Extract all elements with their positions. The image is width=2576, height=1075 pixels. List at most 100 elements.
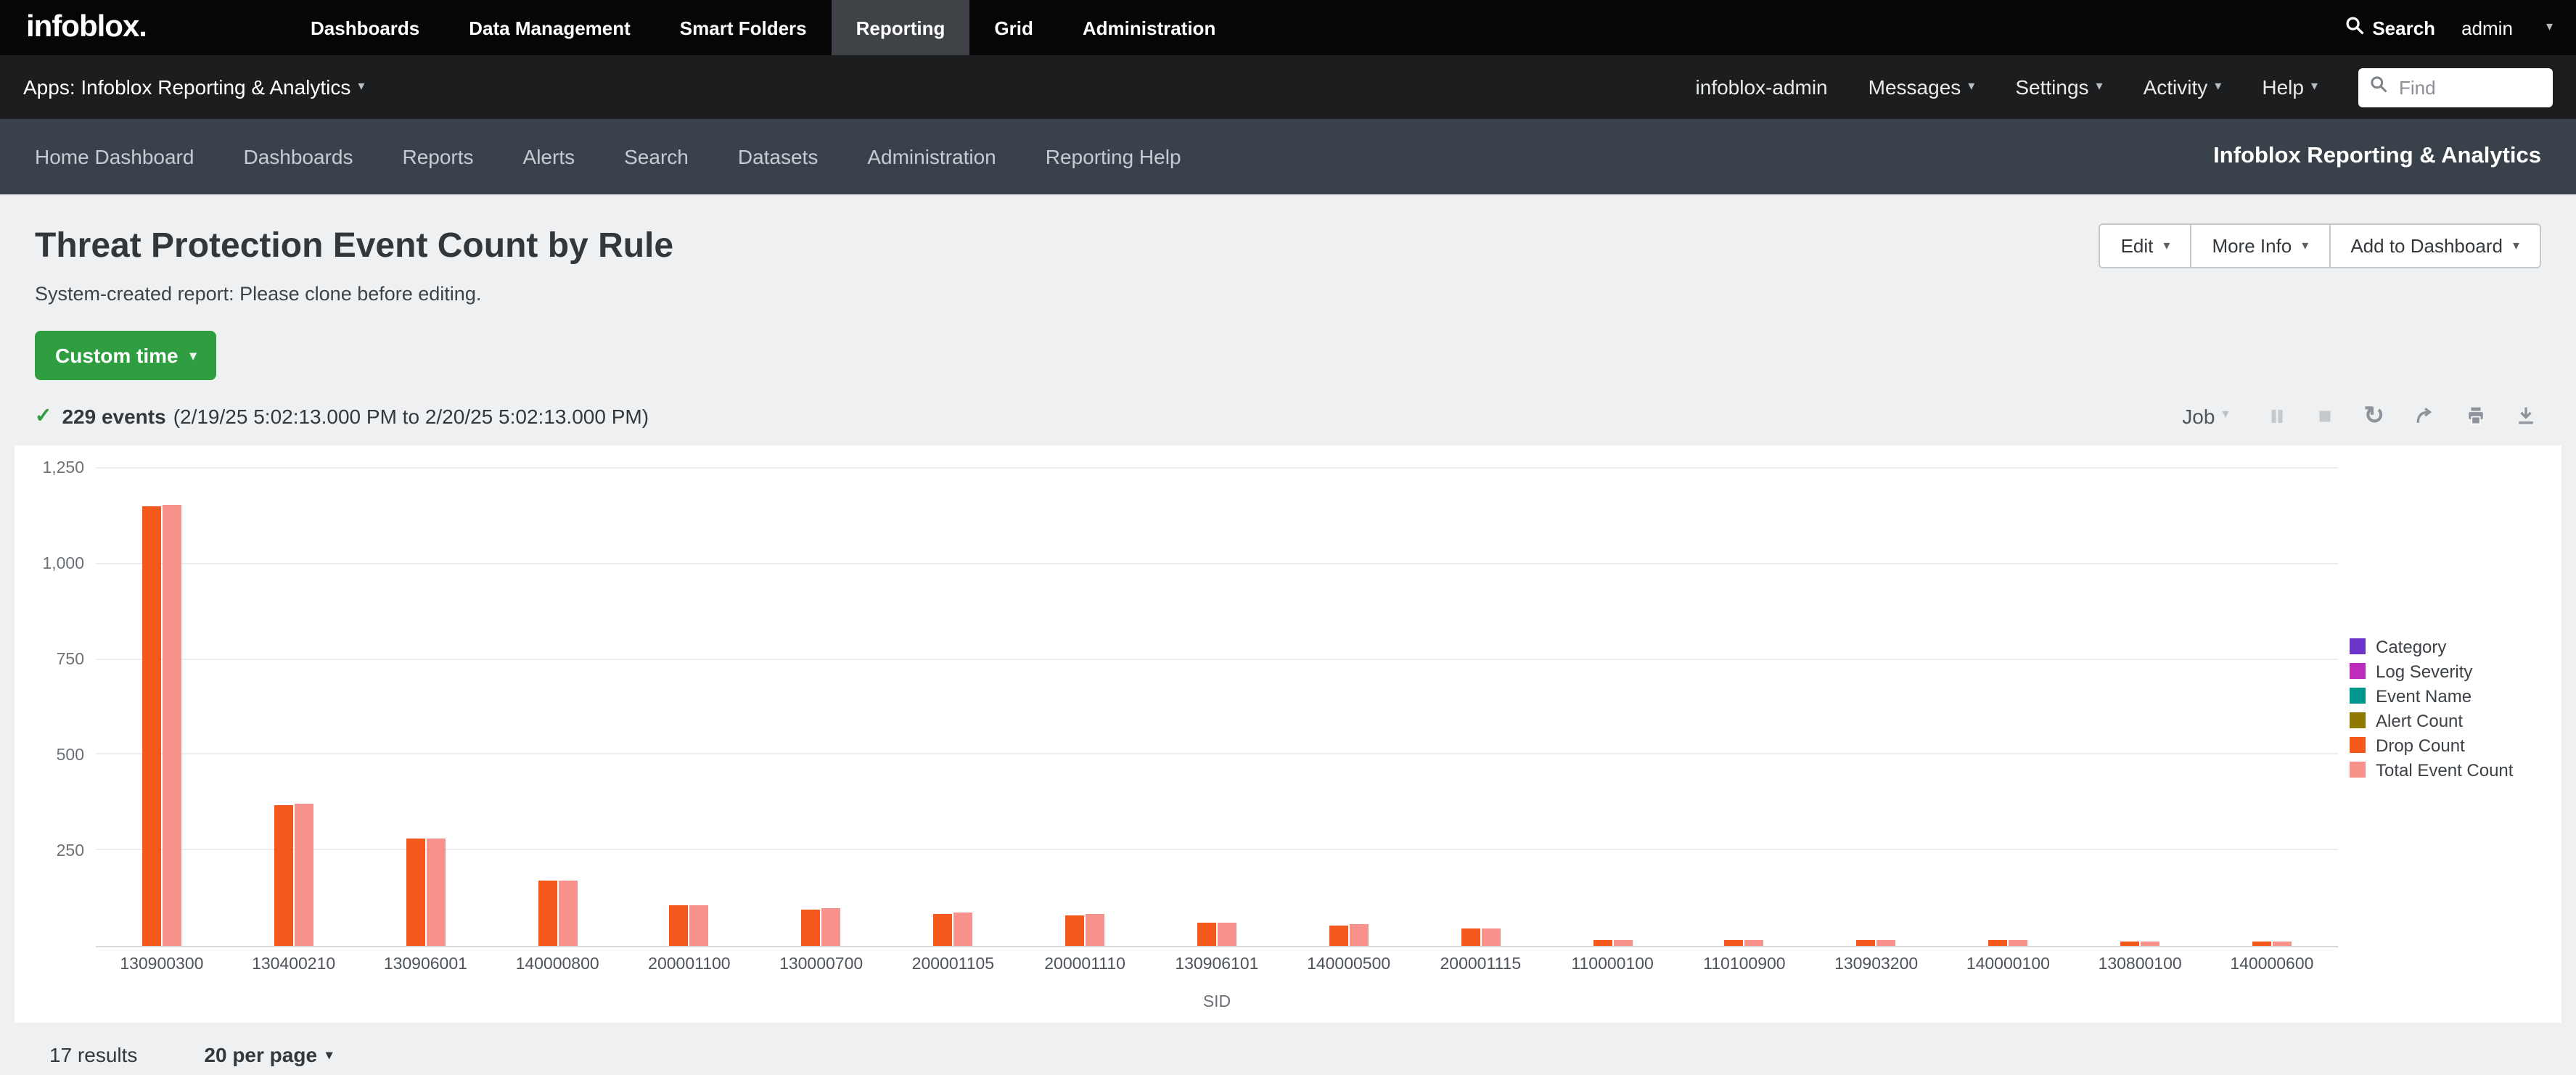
- bar-drop-count[interactable]: [2120, 942, 2139, 946]
- topbar-menu-smart-folders[interactable]: Smart Folders: [655, 0, 832, 55]
- share-icon[interactable]: [2415, 406, 2435, 425]
- global-search-button[interactable]: Search: [2345, 16, 2435, 39]
- time-range: (2/19/25 5:02:13.000 PM to 2/20/25 5:02:…: [173, 404, 649, 427]
- bar-total-event-count[interactable]: [1745, 940, 1764, 946]
- appbar-item-activity[interactable]: Activity▾: [2144, 75, 2222, 99]
- chevron-down-icon[interactable]: ▾: [2546, 18, 2553, 34]
- bar-total-event-count[interactable]: [163, 505, 181, 946]
- appbar: Apps: Infoblox Reporting & Analytics ▾ i…: [0, 55, 2576, 119]
- more-info-button[interactable]: More Info▾: [2190, 223, 2330, 268]
- search-label: Search: [2372, 17, 2435, 38]
- bar-drop-count[interactable]: [1329, 925, 1348, 946]
- footer: 17 results 20 per page ▾: [0, 1043, 2576, 1066]
- bar-drop-count[interactable]: [2252, 942, 2271, 946]
- bar-total-event-count[interactable]: [1350, 924, 1369, 946]
- bar-drop-count[interactable]: [538, 881, 557, 946]
- topbar-menu-reporting[interactable]: Reporting: [832, 0, 970, 55]
- bar-total-event-count[interactable]: [1086, 915, 1104, 946]
- chart-plot-wrap: 1309003001304002101309060011400008002000…: [96, 469, 2338, 1011]
- appbar-item-settings[interactable]: Settings▾: [2015, 75, 2102, 99]
- bar-drop-count[interactable]: [1988, 940, 2007, 946]
- per-page-selector[interactable]: 20 per page ▾: [204, 1043, 332, 1066]
- chevron-down-icon: ▾: [190, 347, 197, 363]
- subnav-item-reports[interactable]: Reports: [377, 145, 498, 168]
- bar-total-event-count[interactable]: [2141, 941, 2159, 946]
- bar-total-event-count[interactable]: [1877, 940, 1896, 946]
- topbar-right: Search admin ▾: [2345, 0, 2576, 55]
- find-box[interactable]: [2358, 67, 2553, 107]
- download-icon[interactable]: [2516, 406, 2535, 425]
- bar-drop-count[interactable]: [274, 804, 293, 946]
- topbar-menu-grid[interactable]: Grid: [969, 0, 1057, 55]
- x-tick-label: 130000700: [779, 956, 863, 973]
- legend-label: Log Severity: [2376, 661, 2472, 681]
- pause-icon[interactable]: [2268, 407, 2286, 424]
- bar-total-event-count[interactable]: [2009, 940, 2027, 946]
- bar-drop-count[interactable]: [406, 839, 424, 946]
- bar-total-event-count[interactable]: [822, 909, 841, 946]
- print-icon[interactable]: [2466, 406, 2486, 425]
- bar-drop-count[interactable]: [1461, 928, 1480, 946]
- bar-total-event-count[interactable]: [1613, 940, 1632, 946]
- topbar-menu-data-management[interactable]: Data Management: [444, 0, 655, 55]
- appbar-item-messages[interactable]: Messages▾: [1869, 75, 1975, 99]
- bar-drop-count[interactable]: [1065, 915, 1084, 946]
- x-tick-label: 140000800: [516, 956, 599, 973]
- subnav-item-datasets[interactable]: Datasets: [713, 145, 843, 168]
- bar-total-event-count[interactable]: [2273, 941, 2292, 946]
- y-tick-label: 750: [57, 651, 84, 669]
- x-axis-label: SID: [96, 994, 2338, 1011]
- results-count: 17 results: [49, 1043, 137, 1066]
- job-menu[interactable]: Job ▾: [2182, 404, 2228, 427]
- appbar-item-help[interactable]: Help▾: [2262, 75, 2318, 99]
- user-menu[interactable]: admin: [2461, 17, 2513, 38]
- add-to-dashboard-button[interactable]: Add to Dashboard▾: [2329, 223, 2541, 268]
- custom-time-button[interactable]: Custom time ▾: [35, 331, 217, 380]
- bar-drop-count[interactable]: [1593, 940, 1612, 946]
- bar-total-event-count[interactable]: [426, 839, 445, 946]
- chevron-down-icon: ▾: [2513, 238, 2519, 254]
- apps-selector[interactable]: Apps: Infoblox Reporting & Analytics ▾: [23, 75, 364, 99]
- bar-drop-count[interactable]: [1857, 940, 1876, 946]
- y-tick-label: 1,000: [42, 556, 84, 573]
- bar-total-event-count[interactable]: [690, 905, 709, 946]
- bar-drop-count[interactable]: [1725, 940, 1744, 946]
- edit-button[interactable]: Edit▾: [2099, 223, 2192, 268]
- find-input[interactable]: [2396, 75, 2541, 99]
- subnav-item-home-dashboard[interactable]: Home Dashboard: [35, 145, 218, 168]
- subnav-item-administration[interactable]: Administration: [842, 145, 1020, 168]
- bar-drop-count[interactable]: [670, 906, 689, 946]
- bar-total-event-count[interactable]: [953, 913, 972, 946]
- bar-drop-count[interactable]: [933, 913, 952, 946]
- reload-icon[interactable]: ↻: [2364, 406, 2385, 425]
- subnav-item-alerts[interactable]: Alerts: [499, 145, 600, 168]
- y-tick-label: 500: [57, 747, 84, 765]
- legend-swatch: [2350, 737, 2366, 753]
- success-check-icon: ✓: [35, 403, 52, 428]
- appbar-item-infoblox-admin[interactable]: infoblox-admin: [1696, 75, 1828, 99]
- bar-group-200001115: 200001115: [1461, 469, 1500, 946]
- bar-group-200001100: 200001100: [670, 469, 709, 946]
- subnav-brand: Infoblox Reporting & Analytics: [2213, 144, 2541, 170]
- bar-drop-count[interactable]: [142, 507, 161, 946]
- subnav-item-dashboards[interactable]: Dashboards: [218, 145, 377, 168]
- legend-item-category: Category: [2350, 636, 2553, 656]
- chevron-down-icon: ▾: [2222, 406, 2228, 422]
- subnav-item-reporting-help[interactable]: Reporting Help: [1021, 145, 1206, 168]
- events-count: 229 events: [62, 404, 165, 427]
- subnav-item-search[interactable]: Search: [599, 145, 713, 168]
- bar-group-200001110: 200001110: [1065, 469, 1104, 946]
- title-row: Threat Protection Event Count by Rule Ed…: [35, 223, 2541, 268]
- stop-icon[interactable]: [2316, 407, 2334, 424]
- bar-total-event-count[interactable]: [1481, 928, 1500, 946]
- bar-drop-count[interactable]: [802, 910, 821, 946]
- main-content: Threat Protection Event Count by Rule Ed…: [0, 223, 2576, 428]
- bar-total-event-count[interactable]: [295, 804, 313, 946]
- bar-drop-count[interactable]: [1197, 923, 1216, 946]
- legend-item-total-event-count: Total Event Count: [2350, 759, 2553, 780]
- bar-total-event-count[interactable]: [558, 880, 577, 946]
- bar-total-event-count[interactable]: [1218, 922, 1236, 946]
- topbar-menu-dashboards[interactable]: Dashboards: [286, 0, 444, 55]
- legend-label: Category: [2376, 636, 2446, 656]
- topbar-menu-administration[interactable]: Administration: [1058, 0, 1240, 55]
